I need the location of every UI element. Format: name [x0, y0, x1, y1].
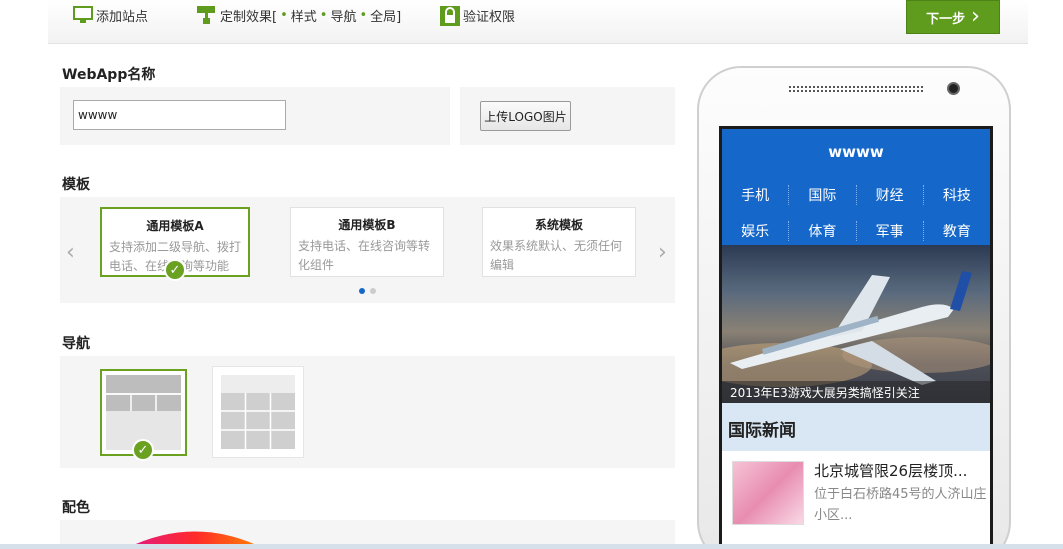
step-bar: 添加站点 定制效果[ • 样式 • 导航 • 全局] 验证权限 下一步 › [48, 0, 1028, 44]
menu-row-2: 娱乐 体育 军事 教育 [722, 221, 990, 241]
hero-caption: 2013年E3游戏大展另类搞怪引关注 [722, 381, 990, 403]
menu-item[interactable]: 科技 [924, 185, 990, 205]
menu-item[interactable]: 财经 [857, 185, 924, 205]
menu-row-1: 手机 国际 财经 科技 [722, 185, 990, 205]
webapp-name-input[interactable] [73, 100, 286, 130]
app-header: wwww 手机 国际 财经 科技 娱乐 体育 军事 教育 [722, 129, 990, 245]
step-add-site: 添加站点 [72, 4, 148, 26]
step-verify-label: 验证权限 [463, 9, 516, 25]
speaker-grille [788, 85, 924, 93]
phone-screen: wwww 手机 国际 财经 科技 娱乐 体育 军事 教育 2013年E3游戏大展… [719, 126, 993, 549]
chevron-left-icon[interactable]: ‹ [66, 240, 75, 265]
news-desc: 位于白石桥路45号的人济山庄小区... [814, 487, 987, 523]
template-heading: 模板 [62, 177, 90, 193]
template-card-title: 系统模板 [534, 218, 583, 232]
template-card-desc: 支持电话、在线咨询等转化组件 [298, 239, 431, 272]
step-customize-label: 定制效果[ [220, 9, 278, 25]
step-add-site-label: 添加站点 [96, 9, 149, 25]
nav-heading: 导航 [62, 336, 90, 352]
news-item[interactable]: 北京城管限26层楼顶... 位于白石桥路45号的人济山庄小区... [722, 451, 990, 535]
webapp-name-heading: WebApp名称 [62, 67, 156, 83]
pagination-dot[interactable] [370, 288, 376, 294]
next-step-button[interactable]: 下一步 › [906, 0, 1000, 34]
monitor-icon [72, 5, 94, 25]
phone-preview: wwww 手机 国际 财经 科技 娱乐 体育 军事 教育 2013年E3游戏大展… [697, 66, 1011, 549]
check-icon: ✓ [164, 259, 186, 281]
menu-item[interactable]: 手机 [722, 185, 790, 205]
template-card-b[interactable]: 通用模板B 支持电话、在线咨询等转化组件 [290, 207, 444, 277]
step-customize: 定制效果[ • 样式 • 导航 • 全局] [196, 4, 401, 26]
paint-roller-icon [196, 5, 218, 25]
next-step-label: 下一步 [926, 11, 966, 27]
nav-grid-layout-icon [221, 375, 295, 449]
app-title: wwww [828, 143, 884, 161]
camera-icon [947, 82, 960, 95]
pagination-dot-active[interactable] [359, 288, 365, 294]
template-card-title: 通用模板B [338, 218, 396, 232]
menu-item[interactable]: 军事 [857, 221, 924, 241]
page-root: 添加站点 定制效果[ • 样式 • 导航 • 全局] 验证权限 下一步 › We [0, 0, 1063, 549]
color-heading: 配色 [62, 500, 90, 516]
lock-icon [439, 5, 461, 26]
template-card-title: 通用模板A [146, 219, 204, 233]
hero-banner[interactable]: 2013年E3游戏大展另类搞怪引关注 [722, 245, 990, 403]
nav-style-grid[interactable] [212, 366, 304, 458]
step-style-label: 样式 [290, 9, 317, 25]
upload-logo-button[interactable]: 上传LOGO图片 [480, 101, 571, 131]
menu-item[interactable]: 娱乐 [722, 221, 790, 241]
chevron-right-icon: › [971, 4, 980, 29]
news-thumbnail [732, 461, 804, 525]
step-global-label: 全局] [370, 9, 402, 25]
check-icon: ✓ [132, 439, 154, 461]
menu-item[interactable]: 国际 [789, 185, 857, 205]
template-card-system[interactable]: 系统模板 效果系统默认、无须任何编辑 [482, 207, 636, 277]
step-verify: 验证权限 [439, 4, 515, 26]
template-card-desc: 效果系统默认、无须任何编辑 [490, 239, 623, 272]
horizontal-scrollbar[interactable] [0, 544, 1063, 549]
chevron-right-icon[interactable]: › [658, 240, 667, 265]
menu-item[interactable]: 体育 [789, 221, 857, 241]
news-section-title: 国际新闻 [728, 421, 796, 441]
news-section-bar: 国际新闻 [722, 403, 990, 451]
news-title: 北京城管限26层楼顶... [814, 462, 968, 480]
step-nav-label: 导航 [330, 9, 357, 25]
airplane-image [722, 271, 990, 387]
menu-item[interactable]: 教育 [924, 221, 990, 241]
